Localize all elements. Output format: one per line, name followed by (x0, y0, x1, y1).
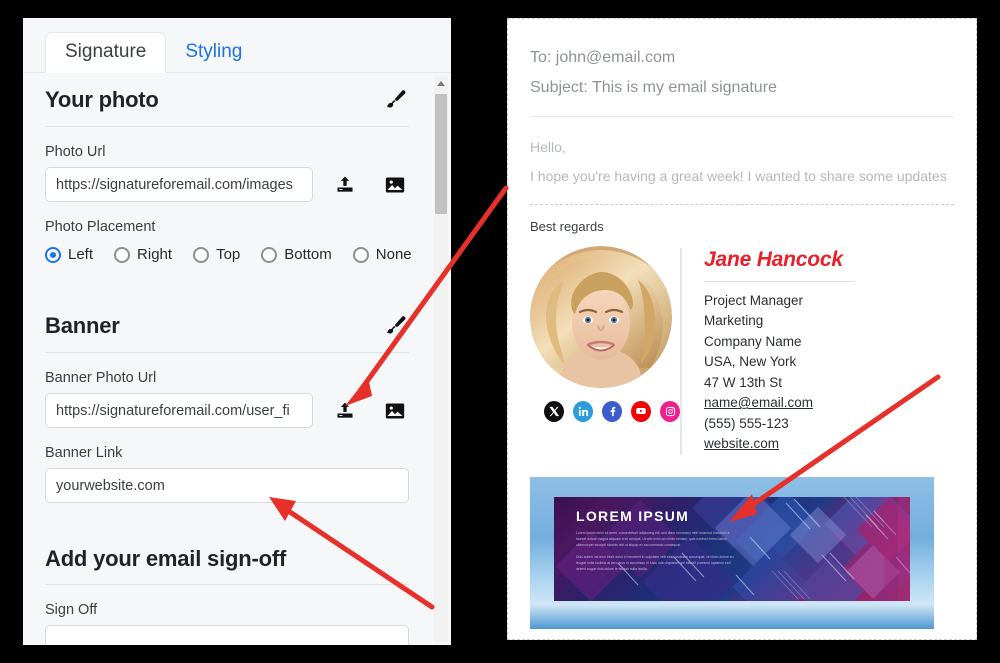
signature-line-job-title: Project Manager (704, 292, 804, 308)
avatar (530, 245, 672, 388)
instagram-icon[interactable] (660, 400, 680, 422)
sign-off-input[interactable] (45, 625, 409, 645)
signature-name-rule (704, 280, 854, 282)
banner-photo-url-input[interactable]: https://signatureforemail.com/user_fi (45, 393, 313, 428)
photo-placement-radio-group: Left Right Top Bottom None (45, 246, 412, 263)
banner-divider (45, 352, 409, 353)
banner-title-text: LOREM IPSUM (576, 507, 690, 524)
photo-placement-label: Photo Placement (45, 219, 156, 235)
linkedin-icon[interactable] (573, 400, 593, 422)
scrollbar-thumb[interactable] (435, 94, 447, 214)
signature-name: Jane Hancock (704, 247, 843, 271)
signature-info-column: Jane Hancock Project Manager Marketing C… (680, 247, 854, 455)
radio-label: Right (137, 246, 173, 263)
email-body: Hello, I hope you're having a great week… (508, 117, 976, 192)
radio-placement-bottom[interactable]: Bottom (261, 246, 332, 263)
radio-dot-icon (114, 246, 131, 263)
photo-url-input[interactable]: https://signatureforemail.com/images (45, 167, 313, 202)
tab-signature[interactable]: Signature (45, 32, 167, 73)
banner-paragraph-2: Duis autem vel eum iriure dolor in hendr… (576, 554, 734, 571)
email-to-line: To: john@email.com (530, 49, 676, 66)
radio-label: None (375, 246, 412, 263)
banner-link-input[interactable]: yourwebsite.com (45, 468, 409, 503)
photo-picture-icon[interactable] (382, 171, 409, 199)
banner-title: Banner (45, 313, 120, 338)
banner-photo-url-label: Banner Photo Url (45, 370, 157, 386)
editor-form: Your photo Photo Url https://signaturefo… (23, 73, 431, 645)
your-photo-title: Your photo (45, 87, 159, 112)
banner-artwork: LOREM IPSUM Lorem ipsum dolor sit amet, … (554, 496, 910, 601)
signoff-divider (45, 584, 409, 585)
signature-line-company: Company Name (704, 333, 802, 349)
signature-banner-image[interactable]: LOREM IPSUM Lorem ipsum dolor sit amet, … (530, 476, 934, 629)
signature-line-email[interactable]: name@email.com (704, 393, 854, 414)
banner-link-row: yourwebsite.com (45, 468, 409, 503)
signature-photo-column (530, 245, 680, 422)
signature-line-address: 47 W 13th St (704, 374, 783, 390)
signature-regards: Best regards (530, 218, 604, 234)
signoff-title: Add your email sign-off (45, 546, 287, 571)
signoff-section-header: Add your email sign-off (45, 533, 409, 572)
editor-scroll-area: Your photo Photo Url https://signaturefo… (23, 73, 451, 645)
youtube-icon[interactable] (631, 400, 651, 422)
banner-picture-icon[interactable] (382, 397, 409, 425)
radio-dot-icon (352, 246, 369, 263)
radio-placement-right[interactable]: Right (114, 246, 172, 263)
signature-line-phone: (555) 555-123 (704, 415, 789, 431)
tab-styling[interactable]: Styling (166, 33, 261, 72)
radio-dot-icon (261, 246, 278, 263)
banner-upload-icon[interactable] (332, 397, 359, 425)
signature-columns: Jane Hancock Project Manager Marketing C… (530, 245, 954, 455)
your-photo-section-header: Your photo (45, 73, 409, 114)
radio-placement-none[interactable]: None (352, 246, 412, 263)
banner-photo-url-row: https://signatureforemail.com/user_fi (45, 393, 409, 428)
sign-off-row (45, 625, 409, 645)
email-header: To: john@email.com Subject: This is my e… (508, 19, 976, 104)
email-body-line-1: Hello, (530, 138, 566, 155)
social-icons-row (544, 400, 680, 422)
banner-section-header: Banner (45, 299, 409, 340)
email-body-line-2: I hope you're having a great week! I wan… (530, 168, 947, 185)
sign-off-label: Sign Off (45, 602, 98, 618)
photo-url-label: Photo Url (45, 144, 106, 160)
paint-brush-icon[interactable] (381, 312, 409, 340)
banner-link-label: Banner Link (45, 445, 123, 461)
signature-line-website[interactable]: website.com (704, 434, 854, 455)
radio-placement-top[interactable]: Top (193, 246, 240, 263)
radio-label: Bottom (284, 246, 332, 263)
radio-label: Left (68, 246, 94, 263)
radio-placement-left[interactable]: Left (45, 246, 93, 263)
editor-tabs: Signature Styling (23, 18, 451, 73)
paint-brush-icon[interactable] (381, 86, 409, 114)
screenshot-root: Signature Styling Your photo Photo Url h… (0, 0, 1000, 663)
editor-scrollbar[interactable] (434, 76, 448, 642)
radio-label: Top (216, 246, 241, 263)
email-preview-panel: To: john@email.com Subject: This is my e… (507, 18, 977, 640)
photo-upload-icon[interactable] (332, 171, 359, 199)
radio-dot-icon (193, 246, 210, 263)
photo-url-row: https://signatureforemail.com/images (45, 167, 409, 202)
facebook-icon[interactable] (602, 400, 622, 422)
email-subject-line: Subject: This is my email signature (530, 79, 777, 97)
signature-line-location: USA, New York (704, 354, 797, 370)
banner-paragraph-1: Lorem ipsum dolor sit amet, consectetuer… (576, 530, 730, 547)
your-photo-divider (45, 126, 409, 127)
x-twitter-icon[interactable] (544, 400, 564, 422)
signature-editor-panel: Signature Styling Your photo Photo Url h… (23, 18, 451, 645)
email-signature-block: Best regards Jane Hancock Project Manage… (508, 205, 976, 455)
scroll-up-arrow-icon[interactable] (434, 76, 448, 90)
radio-dot-icon (45, 246, 61, 263)
signature-line-department: Marketing (704, 313, 764, 329)
